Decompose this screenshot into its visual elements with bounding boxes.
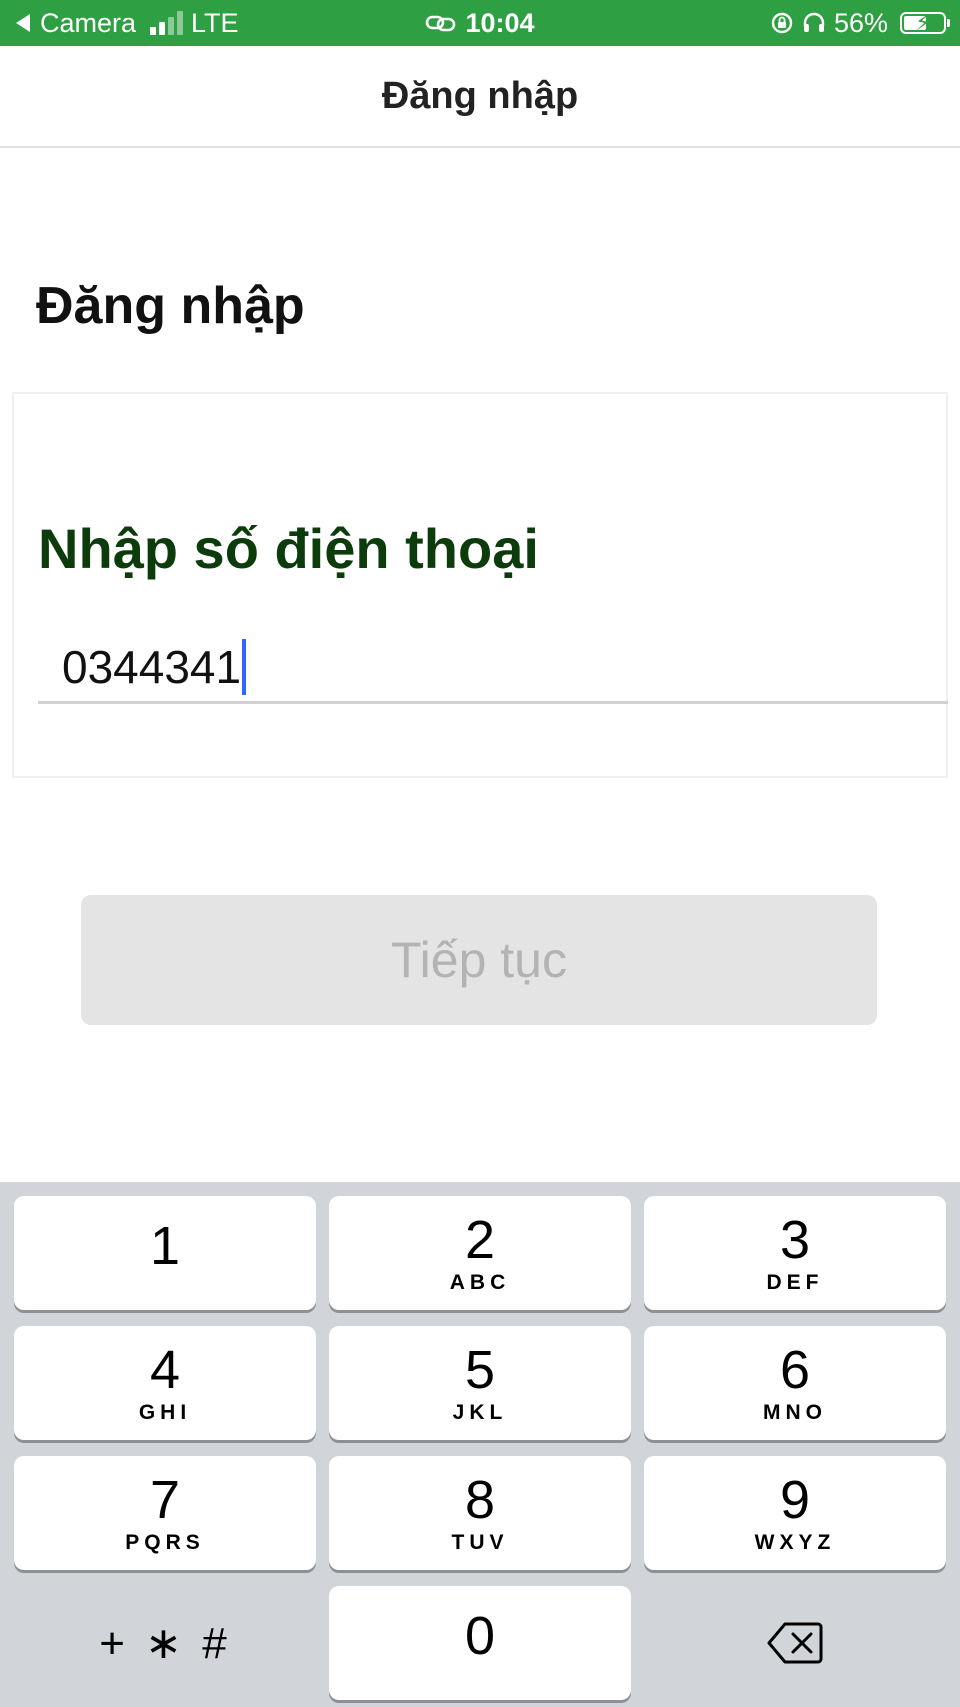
key-letters: MNO [763, 1401, 827, 1424]
battery-percent: 56% [833, 7, 888, 38]
key-9[interactable]: 9 WXYZ [644, 1456, 946, 1570]
key-digit: 7 [149, 1470, 181, 1530]
status-bar: Camera LTE 10:04 56% ⚡ [0, 0, 960, 46]
page-title: Đăng nhập [36, 277, 305, 335]
key-letters: ABC [449, 1271, 511, 1294]
phone-card: Nhập số điện thoại 0344341 [12, 392, 948, 778]
phone-input-value: 0344341 [62, 640, 242, 693]
key-0[interactable]: 0 [329, 1586, 631, 1700]
phone-input[interactable]: 0344341 [38, 632, 948, 704]
rotation-lock-icon [771, 12, 793, 34]
key-digit: 3 [779, 1210, 811, 1270]
phone-field-label: Nhập số điện thoại [38, 517, 539, 580]
delete-key[interactable] [644, 1586, 946, 1700]
key-5[interactable]: 5 JKL [329, 1326, 631, 1440]
key-letters: GHI [138, 1401, 192, 1424]
key-digit: 6 [779, 1340, 811, 1400]
key-letters: DEF [766, 1271, 824, 1294]
carrier-label: LTE [191, 7, 239, 38]
key-4[interactable]: 4 GHI [14, 1326, 316, 1440]
numeric-keypad: 1 2 ABC 3 DEF 4 GHI 5 JKL 6 MNO 7 PQRS 8… [0, 1182, 960, 1707]
signal-icon [150, 11, 184, 35]
headphones-icon [803, 12, 825, 32]
key-digit: 0 [464, 1606, 496, 1666]
text-caret [242, 638, 247, 695]
key-letters: JKL [452, 1401, 508, 1424]
key-digit: 2 [464, 1210, 496, 1270]
key-digit: 9 [779, 1470, 811, 1530]
symbols-label: + ∗ # [99, 1618, 231, 1668]
key-symbols[interactable]: + ∗ # [14, 1586, 316, 1700]
key-letters: TUV [451, 1531, 509, 1554]
nav-header: Đăng nhập [0, 46, 960, 148]
key-8[interactable]: 8 TUV [329, 1456, 631, 1570]
link-icon [426, 15, 456, 32]
status-bar-right: 56% ⚡ [770, 7, 950, 39]
key-digit: 5 [464, 1340, 496, 1400]
continue-button[interactable]: Tiếp tục [81, 895, 877, 1025]
key-7[interactable]: 7 PQRS [14, 1456, 316, 1570]
key-digit: 8 [464, 1470, 496, 1530]
key-letters: WXYZ [754, 1531, 836, 1554]
status-bar-left[interactable]: Camera LTE [14, 8, 239, 39]
key-2[interactable]: 2 ABC [329, 1196, 631, 1310]
nav-title: Đăng nhập [381, 74, 579, 117]
key-letters: PQRS [125, 1531, 205, 1554]
key-3[interactable]: 3 DEF [644, 1196, 946, 1310]
key-digit: 4 [149, 1340, 181, 1400]
back-app-label[interactable]: Camera [40, 8, 136, 39]
backspace-icon[interactable] [767, 1621, 823, 1665]
back-arrow-icon[interactable] [14, 13, 32, 33]
key-digit: 1 [149, 1216, 181, 1276]
clock: 10:04 [465, 7, 535, 38]
key-1[interactable]: 1 [14, 1196, 316, 1310]
key-6[interactable]: 6 MNO [644, 1326, 946, 1440]
battery-charging-icon: ⚡ [900, 10, 950, 35]
